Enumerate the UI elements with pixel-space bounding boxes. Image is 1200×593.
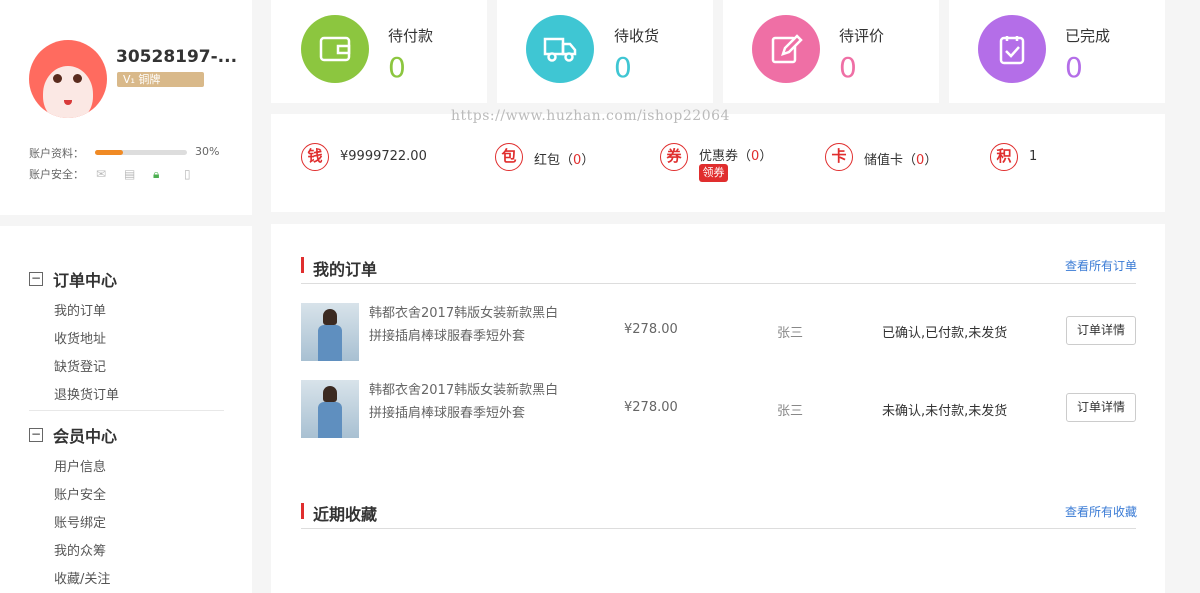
order-status: 未确认,未付款,未发货	[882, 404, 1008, 419]
sidebar-item-crowdfunding[interactable]: 我的众筹	[54, 540, 106, 559]
sidebar-item-returns[interactable]: 退换货订单	[54, 384, 119, 403]
stored-card-entry[interactable]: 储值卡（0）	[864, 149, 937, 168]
phone-icon[interactable]: ▯	[184, 167, 191, 181]
status-count: 0	[614, 51, 632, 84]
avatar[interactable]	[29, 40, 107, 118]
favorites-section-title: 近期收藏	[313, 505, 378, 524]
points-value[interactable]: 1	[1029, 149, 1037, 164]
section-divider	[301, 283, 1136, 284]
order-detail-button[interactable]: 订单详情	[1066, 316, 1136, 345]
claim-coupon-button[interactable]: 领券	[699, 164, 728, 182]
red-packet-entry[interactable]: 红包（0）	[534, 149, 594, 168]
truck-icon	[526, 15, 594, 83]
red-packet-label: 红包	[534, 153, 561, 168]
balance-value[interactable]: ¥9999722.00	[340, 149, 427, 164]
profile-card	[0, 0, 252, 215]
status-label: 待付款	[388, 27, 434, 45]
view-all-favorites-link[interactable]: 查看所有收藏	[1065, 503, 1137, 520]
product-thumbnail[interactable]	[301, 380, 359, 438]
order-status: 已确认,已付款,未发货	[882, 326, 1008, 341]
order-price: ¥278.00	[624, 400, 678, 415]
username: 30528197-...	[116, 47, 238, 67]
lock-icon[interactable]: 🔒︎	[153, 167, 159, 182]
status-count: 0	[388, 51, 406, 84]
watermark: https://www.huzhan.com/ishop22064	[451, 108, 730, 124]
collapse-icon[interactable]: −	[29, 428, 43, 442]
account-info-progress-bar	[95, 150, 187, 155]
order-buyer: 张三	[777, 404, 804, 419]
money-icon: 钱	[301, 143, 329, 171]
coupon-icon: 券	[660, 143, 688, 171]
sidebar-item-binding[interactable]: 账号绑定	[54, 512, 106, 531]
account-security-label: 账户安全：	[29, 168, 84, 181]
section-divider	[301, 528, 1136, 529]
sidebar-item-my-orders[interactable]: 我的订单	[54, 300, 106, 319]
vip-badge: V₁ 铜牌	[117, 72, 204, 87]
sidebar-item-security[interactable]: 账户安全	[54, 484, 106, 503]
coupon-label: 优惠券	[699, 149, 739, 164]
red-packet-count: 0	[573, 153, 582, 168]
wallet-icon	[301, 15, 369, 83]
sidebar-divider	[29, 410, 224, 411]
sidebar-group-orders[interactable]: − 订单中心	[29, 267, 117, 291]
status-label: 已完成	[1065, 27, 1111, 45]
email-icon[interactable]: ✉	[96, 167, 106, 181]
product-name[interactable]: 韩都衣舍2017韩版女装新款黑白拼接插肩棒球服春季短外套	[369, 302, 559, 348]
orders-section-title: 我的订单	[313, 260, 378, 279]
account-info-percent: 30%	[195, 145, 220, 158]
product-thumbnail[interactable]	[301, 303, 359, 361]
red-packet-icon: 包	[495, 143, 523, 171]
stored-card-label: 储值卡	[864, 153, 904, 168]
order-detail-button[interactable]: 订单详情	[1066, 393, 1136, 422]
edit-icon	[752, 15, 820, 83]
stored-card-count: 0	[916, 153, 925, 168]
collapse-icon[interactable]: −	[29, 272, 43, 286]
status-count: 0	[839, 51, 857, 84]
sidebar-group-title: 订单中心	[53, 271, 118, 290]
sidebar-item-addresses[interactable]: 收货地址	[54, 328, 106, 347]
coupon-count: 0	[751, 149, 760, 164]
sidebar-item-user-info[interactable]: 用户信息	[54, 456, 106, 475]
product-name[interactable]: 韩都衣舍2017韩版女装新款黑白拼接插肩棒球服春季短外套	[369, 379, 559, 425]
stored-card-icon: 卡	[825, 143, 853, 171]
order-buyer: 张三	[777, 326, 804, 341]
sidebar-item-favorites[interactable]: 收藏/关注	[54, 568, 110, 587]
sidebar-group-member[interactable]: − 会员中心	[29, 423, 117, 447]
status-label: 待评价	[839, 27, 885, 45]
sidebar-item-stockout[interactable]: 缺货登记	[54, 356, 106, 375]
status-label: 待收货	[614, 27, 660, 45]
sidebar-group-title: 会员中心	[53, 427, 118, 446]
status-count: 0	[1065, 51, 1083, 84]
view-all-orders-link[interactable]: 查看所有订单	[1065, 257, 1137, 274]
id-card-icon[interactable]: ▤	[124, 167, 135, 181]
order-price: ¥278.00	[624, 322, 678, 337]
points-icon: 积	[990, 143, 1018, 171]
coupon-entry[interactable]: 优惠券（0）	[699, 145, 772, 164]
account-info-label: 账户资料：	[29, 147, 84, 160]
check-clipboard-icon	[978, 15, 1046, 83]
